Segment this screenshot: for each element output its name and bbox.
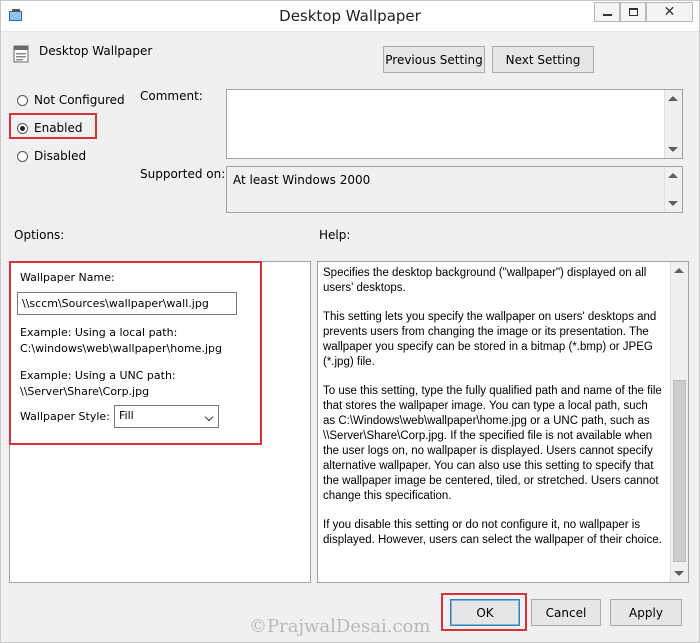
supported-on-box: At least Windows 2000 bbox=[226, 166, 683, 213]
help-paragraph: If you disable this setting or do not co… bbox=[323, 519, 662, 546]
minimize-button[interactable] bbox=[594, 2, 620, 22]
radio-not-configured[interactable]: Not Configured bbox=[17, 93, 125, 107]
help-panel: Specifies the desktop background ("wallp… bbox=[317, 261, 689, 583]
radio-disabled-label: Disabled bbox=[34, 149, 87, 163]
scroll-up-icon[interactable] bbox=[674, 268, 684, 273]
comment-label: Comment: bbox=[140, 89, 203, 103]
help-section-label: Help: bbox=[319, 228, 351, 242]
scroll-down-icon[interactable] bbox=[674, 571, 684, 576]
enabled-highlight bbox=[9, 113, 97, 139]
ok-highlight bbox=[441, 593, 527, 631]
previous-setting-button[interactable]: Previous Setting bbox=[383, 46, 485, 73]
supported-scrollbar[interactable] bbox=[664, 167, 682, 212]
help-text: Specifies the desktop background ("wallp… bbox=[323, 266, 663, 562]
radio-not-configured-indicator bbox=[17, 94, 28, 106]
scroll-down-icon[interactable] bbox=[668, 201, 678, 206]
comment-textarea[interactable] bbox=[226, 89, 683, 159]
radio-disabled[interactable]: Disabled bbox=[17, 149, 86, 163]
next-setting-button[interactable]: Next Setting bbox=[492, 46, 594, 73]
policy-dialog: Desktop Wallpaper ✕ Desktop Wallpaper Pr… bbox=[0, 0, 700, 643]
policy-icon bbox=[13, 45, 29, 63]
help-paragraph: Specifies the desktop background ("wallp… bbox=[323, 267, 647, 294]
options-highlight bbox=[9, 261, 262, 445]
scroll-down-icon[interactable] bbox=[668, 147, 678, 152]
policy-name: Desktop Wallpaper bbox=[39, 44, 153, 58]
apply-button[interactable]: Apply bbox=[610, 599, 682, 626]
supported-on-value: At least Windows 2000 bbox=[233, 173, 371, 187]
comment-scrollbar[interactable] bbox=[664, 90, 682, 158]
maximize-icon bbox=[629, 8, 638, 16]
help-scrollbar[interactable] bbox=[670, 262, 688, 582]
scroll-up-icon[interactable] bbox=[668, 96, 678, 101]
maximize-button[interactable] bbox=[620, 2, 646, 22]
options-section-label: Options: bbox=[14, 228, 65, 242]
radio-not-configured-label: Not Configured bbox=[34, 93, 125, 107]
radio-disabled-indicator bbox=[17, 150, 28, 162]
close-button[interactable]: ✕ bbox=[646, 2, 693, 22]
supported-on-label: Supported on: bbox=[140, 167, 226, 181]
help-paragraph: This setting lets you specify the wallpa… bbox=[323, 311, 657, 368]
cancel-button[interactable]: Cancel bbox=[531, 599, 601, 626]
scroll-up-icon[interactable] bbox=[668, 173, 678, 178]
close-icon: ✕ bbox=[663, 4, 676, 20]
title-bar: Desktop Wallpaper ✕ bbox=[1, 1, 699, 32]
minimize-icon bbox=[603, 14, 612, 16]
help-paragraph: To use this setting, type the fully qual… bbox=[323, 385, 662, 502]
watermark: ©PrajwalDesai.com bbox=[249, 616, 431, 637]
help-scroll-thumb[interactable] bbox=[673, 380, 686, 562]
